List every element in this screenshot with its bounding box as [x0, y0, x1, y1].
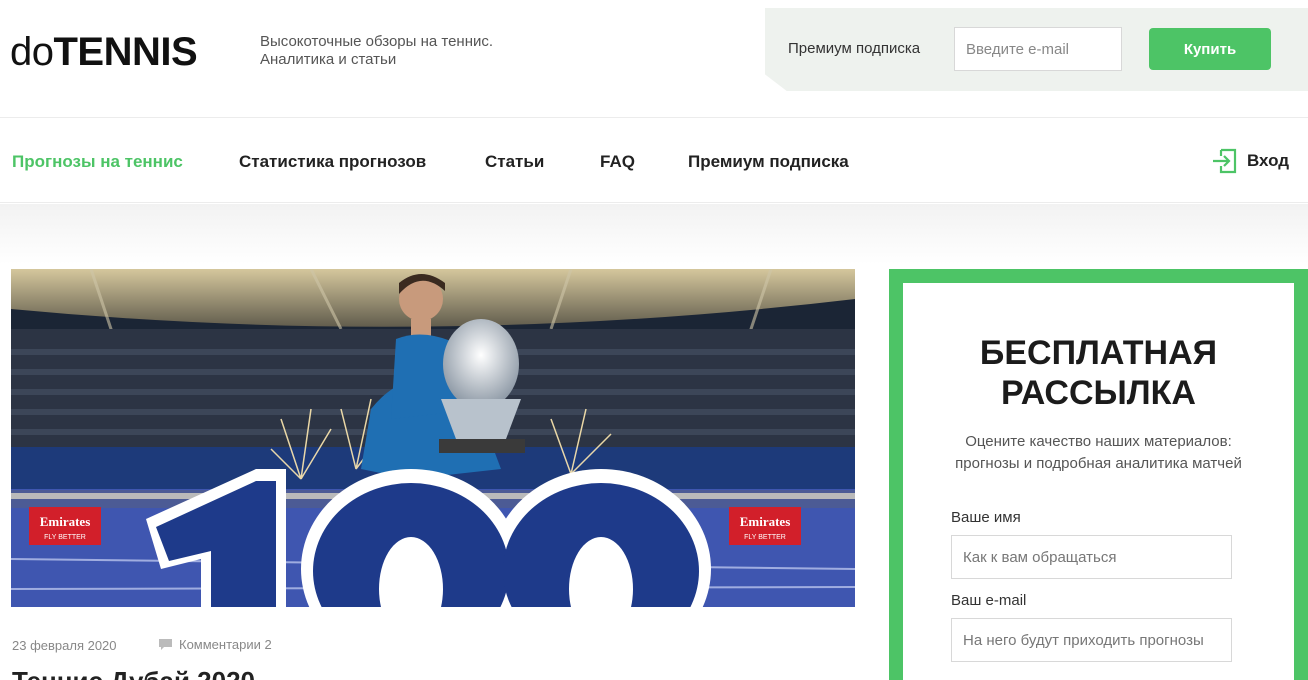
hero-banner-left-slogan: FLY BETTER	[44, 534, 86, 541]
logo-light-text: do	[10, 30, 54, 74]
newsletter-title-line-1: БЕСПЛАТНАЯ	[979, 334, 1218, 372]
article-comments-count: Комментарии 2	[179, 637, 272, 652]
login-link[interactable]: Вход	[1211, 146, 1289, 176]
article-date: 23 февраля 2020	[12, 638, 117, 653]
section-divider-band	[0, 204, 1308, 264]
email-field[interactable]	[951, 618, 1232, 662]
name-field-label: Ваше имя	[951, 509, 1021, 526]
nav-item-predictions[interactable]: Прогнозы на теннис	[12, 152, 183, 172]
nav-item-premium[interactable]: Премиум подписка	[688, 152, 849, 172]
site-tagline: Высокоточные обзоры на теннис. Аналитика…	[260, 33, 560, 69]
premium-subscription-label: Премиум подписка	[788, 40, 921, 57]
article-hero-image[interactable]: Emirates FLY BETTER Emirates FLY BETTER	[11, 269, 855, 607]
nav-item-articles[interactable]: Статьи	[485, 152, 544, 172]
hero-photo: Emirates FLY BETTER Emirates FLY BETTER	[11, 269, 855, 607]
buy-button[interactable]: Купить	[1149, 28, 1271, 70]
site-logo[interactable]: doTENNIS	[10, 30, 198, 74]
nav-item-faq[interactable]: FAQ	[600, 152, 635, 172]
hero-banner-right-brand: Emirates	[740, 514, 791, 529]
newsletter-subtitle-line-1: Оцените качество наших материалов:	[965, 433, 1232, 450]
hero-banner-right-slogan: FLY BETTER	[744, 534, 786, 541]
newsletter-widget: БЕСПЛАТНАЯ РАССЫЛКА Оцените качество наш…	[889, 269, 1308, 680]
comment-icon	[159, 639, 172, 650]
premium-email-input[interactable]	[954, 27, 1122, 71]
site-header: doTENNIS Высокоточные обзоры на теннис. …	[0, 0, 1308, 118]
nav-item-statistics[interactable]: Статистика прогнозов	[239, 152, 426, 172]
hero-banner-left-brand: Emirates	[40, 514, 91, 529]
article-comments-link[interactable]: Комментарии 2	[158, 637, 272, 652]
article-title[interactable]: Теннис Дубай 2020	[12, 666, 852, 680]
newsletter-title-line-2: РАССЫЛКА	[1001, 374, 1196, 412]
newsletter-subtitle: Оцените качество наших материалов: прогн…	[903, 431, 1294, 475]
name-field[interactable]	[951, 535, 1232, 579]
email-field-label: Ваш e-mail	[951, 592, 1027, 609]
logo-bold-text: TENNIS	[53, 30, 198, 74]
tagline-line-1: Высокоточные обзоры на теннис.	[260, 33, 494, 50]
newsletter-subtitle-line-2: прогнозы и подробная аналитика матчей	[955, 455, 1242, 472]
login-icon	[1213, 148, 1237, 174]
main-nav: Прогнозы на теннис Статистика прогнозов …	[0, 119, 1308, 203]
newsletter-title: БЕСПЛАТНАЯ РАССЫЛКА	[903, 333, 1294, 413]
login-label: Вход	[1247, 151, 1290, 170]
tagline-line-2: Аналитика и статьи	[260, 51, 397, 68]
